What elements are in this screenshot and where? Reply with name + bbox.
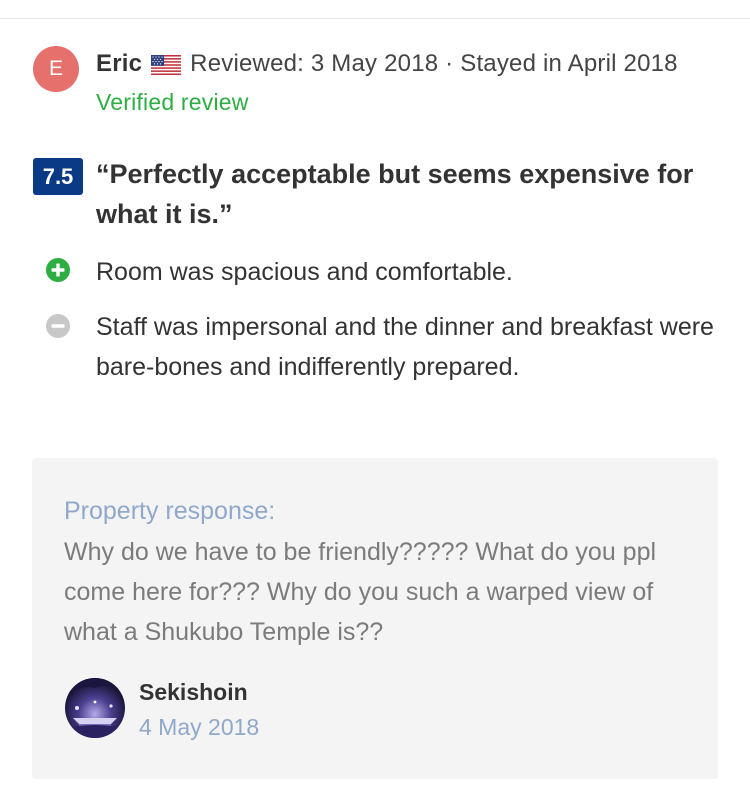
property-name: Sekishoin [139, 679, 248, 705]
minus-circle-icon [45, 313, 71, 339]
us-flag-icon [151, 54, 182, 75]
review-dates: Reviewed: 3 May 2018 · Stayed in April 2… [190, 50, 678, 77]
property-avatar[interactable] [65, 678, 125, 738]
score-badge: 7.5 [33, 158, 83, 195]
plus-circle-icon [45, 257, 71, 283]
review-title: “Perfectly acceptable but seems expensiv… [96, 159, 694, 229]
reviewer-line: Eric Reviewed: 3 May 2018 · Stayed in Ap… [96, 49, 678, 79]
verified-review-label: Verified review [96, 89, 249, 115]
negative-comment: Staff was impersonal and the dinner and … [96, 313, 714, 381]
property-response-label: Property response: [64, 497, 276, 525]
top-divider [0, 18, 750, 19]
property-response-text: Why do we have to be friendly????? What … [64, 538, 657, 646]
positive-comment: Room was spacious and comfortable. [96, 258, 513, 286]
reviewer-name[interactable]: Eric [96, 50, 142, 78]
reviewer-avatar: E [33, 46, 79, 92]
response-date: 4 May 2018 [139, 714, 260, 740]
